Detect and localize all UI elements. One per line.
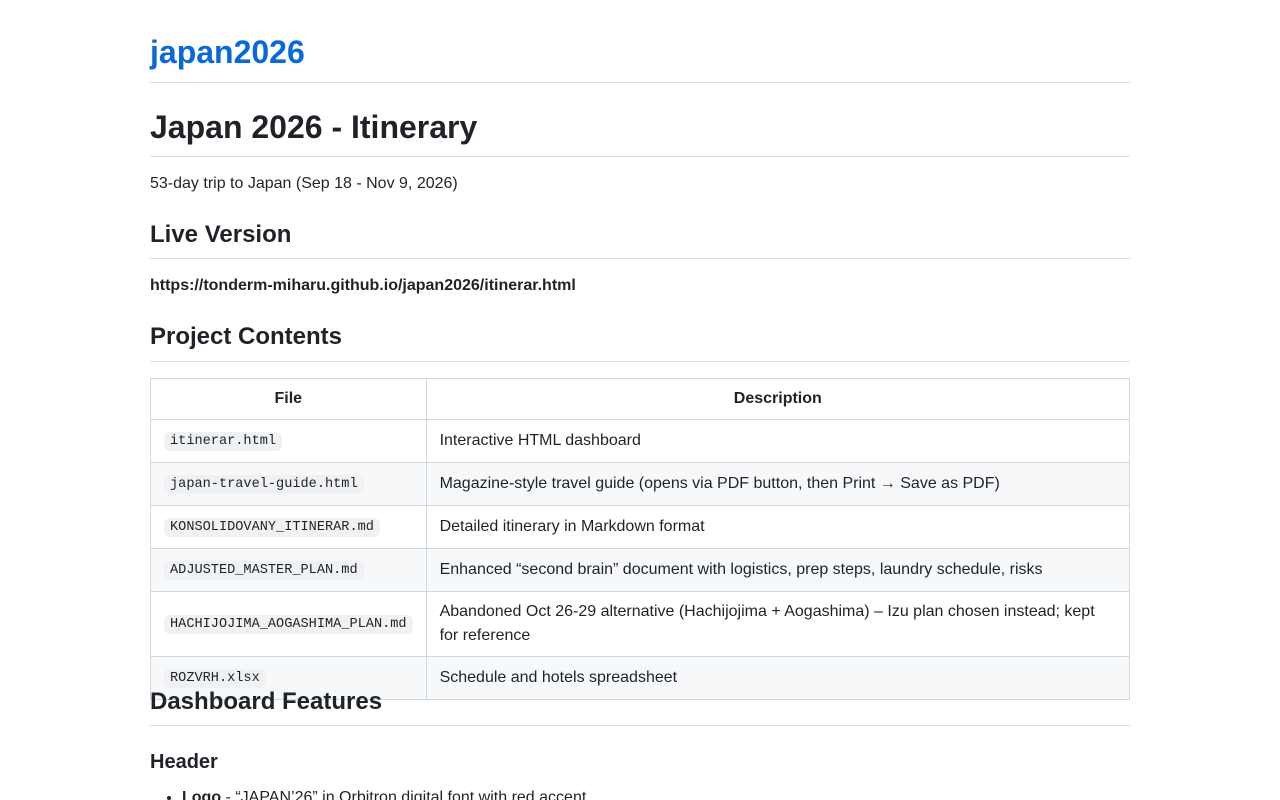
file-cell: HACHIJOJIMA_AOGASHIMA_PLAN.md (150, 591, 427, 657)
table-row: japan-travel-guide.html Magazine-style t… (150, 462, 1131, 506)
description-cell: Schedule and hotels spreadsheet (425, 656, 1131, 700)
table-row: ADJUSTED_MASTER_PLAN.md Enhanced “second… (150, 548, 1131, 592)
site-title-link[interactable]: japan2026 (150, 30, 305, 74)
dashboard-features-heading: Dashboard Features (150, 688, 383, 715)
feature-label: Logo (182, 789, 222, 800)
column-header-description: Description (425, 378, 1131, 420)
file-cell: KONSOLIDOVANY_ITINERAR.md (150, 505, 427, 549)
description-cell: Abandoned Oct 26-29 alternative (Hachijo… (425, 591, 1131, 657)
project-contents-table: File Description itinerar.html Interacti… (150, 378, 1131, 700)
feature-text: - “JAPAN’26” in Orbitron digital font wi… (221, 789, 587, 800)
project-contents-divider (150, 361, 1130, 362)
list-item: Logo - “JAPAN’26” in Orbitron digital fo… (182, 786, 586, 800)
column-header-file: File (150, 378, 427, 420)
project-contents-heading: Project Contents (150, 323, 343, 350)
description-cell: Magazine-style travel guide (opens via P… (425, 462, 1131, 506)
title-divider (150, 156, 1130, 157)
description-cell: Interactive HTML dashboard (425, 419, 1131, 463)
description-cell: Enhanced “second brain” document with lo… (425, 548, 1131, 592)
table-header-row: File Description (150, 378, 1131, 420)
table-row: KONSOLIDOVANY_ITINERAR.md Detailed itine… (150, 505, 1131, 549)
dashboard-features-divider (150, 725, 1130, 726)
file-name: ADJUSTED_MASTER_PLAN.md (164, 561, 364, 580)
page-title: Japan 2026 - Itinerary (150, 109, 478, 145)
file-name: KONSOLIDOVANY_ITINERAR.md (164, 518, 380, 537)
live-version-divider (150, 258, 1130, 259)
live-version-heading: Live Version (150, 221, 292, 248)
header-divider (150, 82, 1130, 83)
file-cell: japan-travel-guide.html (150, 462, 427, 506)
live-version-link[interactable]: https://tonderm-miharu.github.io/japan20… (150, 277, 576, 294)
table-row: HACHIJOJIMA_AOGASHIMA_PLAN.md Abandoned … (150, 591, 1131, 657)
file-cell: itinerar.html (150, 419, 427, 463)
live-version-paragraph: https://tonderm-miharu.github.io/japan20… (150, 274, 576, 298)
file-name: japan-travel-guide.html (164, 475, 364, 494)
table-row: itinerar.html Interactive HTML dashboard (150, 419, 1131, 463)
file-cell: ADJUSTED_MASTER_PLAN.md (150, 548, 427, 592)
header-section-heading: Header (150, 751, 218, 773)
file-name: itinerar.html (164, 432, 283, 451)
trip-summary: 53-day trip to Japan (Sep 18 - Nov 9, 20… (150, 175, 458, 192)
file-name: HACHIJOJIMA_AOGASHIMA_PLAN.md (164, 615, 413, 634)
description-cell: Detailed itinerary in Markdown format (425, 505, 1131, 549)
header-features-list: Logo - “JAPAN’26” in Orbitron digital fo… (150, 786, 586, 800)
